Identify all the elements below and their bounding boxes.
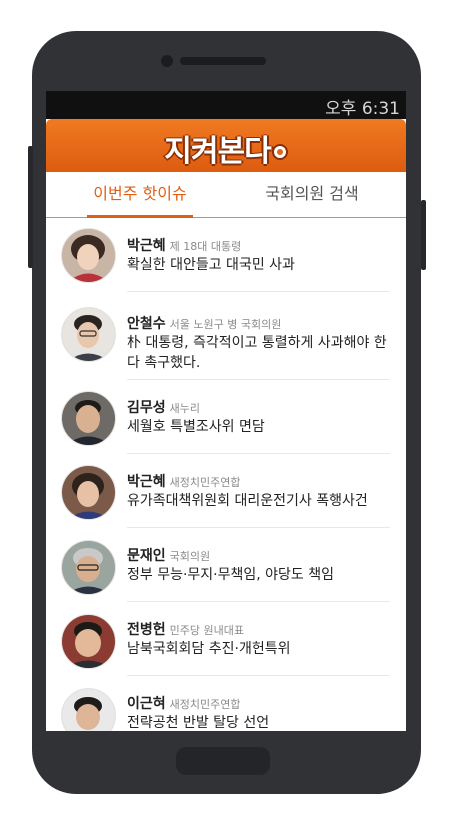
active-tab-indicator xyxy=(87,215,193,218)
divider xyxy=(127,675,390,676)
logo-eye-icon xyxy=(271,144,288,160)
politician-title: 새정치민주연합 xyxy=(169,698,241,711)
item-header: 이근혀 새정치민주연합 xyxy=(127,693,240,713)
avatar xyxy=(61,614,116,669)
phone-screen: 오후 6:31 지켜본다 이번주 핫이슈 국회의원 검색 박근혜 제 18대 대통… xyxy=(46,91,406,731)
politician-title: 새누리 xyxy=(169,402,201,415)
avatar xyxy=(61,540,116,595)
item-header: 김무성 새누리 xyxy=(127,397,200,417)
status-bar: 오후 6:31 xyxy=(46,91,406,119)
divider xyxy=(127,379,390,380)
app-logo[interactable]: 지켜본다 xyxy=(46,126,406,170)
politician-name: 김무성 xyxy=(127,400,166,416)
politician-name: 안철수 xyxy=(127,316,166,332)
issue-quote: 전략공천 반발 탈당 선언 xyxy=(127,715,270,731)
item-header: 전병헌 민주당 원내대표 xyxy=(127,619,244,639)
avatar xyxy=(61,307,116,362)
politician-title: 서울 노원구 병 국회의원 xyxy=(169,318,282,331)
divider xyxy=(127,601,390,602)
issue-quote: 남북국회회담 추진·개헌특위 xyxy=(127,641,291,657)
status-time: 오후 6:31 xyxy=(325,99,400,119)
tab-member-search[interactable]: 국회의원 검색 xyxy=(218,172,406,217)
politician-title: 국회의원 xyxy=(169,550,211,563)
politician-title: 민주당 원내대표 xyxy=(169,624,244,637)
tab-hot-issues[interactable]: 이번주 핫이슈 xyxy=(46,172,234,217)
politician-name: 전병헌 xyxy=(127,622,166,638)
item-header: 박근혜 새정치민주연합 xyxy=(127,471,240,491)
item-header: 문재인 국회의원 xyxy=(127,545,210,565)
politician-name: 문재인 xyxy=(127,548,166,564)
volume-button[interactable] xyxy=(28,146,33,268)
earpiece-speaker xyxy=(180,57,266,65)
avatar xyxy=(61,688,116,731)
politician-name: 박근혜 xyxy=(127,474,166,490)
issue-quote: 朴 대통령, 즉각적이고 통렬하게 사과해야 한다 촉구했다. xyxy=(127,335,387,371)
divider xyxy=(127,291,390,292)
issue-quote: 확실한 대안들고 대국민 사과 xyxy=(127,257,295,273)
politician-name: 이근혀 xyxy=(127,696,166,712)
avatar xyxy=(61,228,116,283)
issue-quote: 유가족대책위원회 대리운전기사 폭행사건 xyxy=(127,493,368,509)
power-button[interactable] xyxy=(421,200,426,270)
item-header: 박근혜 제 18대 대통령 xyxy=(127,235,241,255)
politician-title: 제 18대 대통령 xyxy=(169,240,242,253)
home-button[interactable] xyxy=(176,747,270,775)
issue-quote: 세월호 특별조사위 면담 xyxy=(127,419,265,435)
logo-text: 지켜본다 xyxy=(164,134,271,169)
avatar xyxy=(61,391,116,446)
app-header: 지켜본다 xyxy=(46,119,406,172)
divider xyxy=(127,453,390,454)
politician-title: 새정치민주연합 xyxy=(169,476,241,489)
tab-bar: 이번주 핫이슈 국회의원 검색 xyxy=(46,172,406,218)
avatar xyxy=(61,465,116,520)
front-camera xyxy=(161,55,173,67)
item-header: 안철수 서울 노원구 병 국회의원 xyxy=(127,313,281,333)
issue-quote: 정부 무능·무지·무책임, 야당도 책임 xyxy=(127,567,335,583)
politician-name: 박근혜 xyxy=(127,238,166,254)
divider xyxy=(127,527,390,528)
